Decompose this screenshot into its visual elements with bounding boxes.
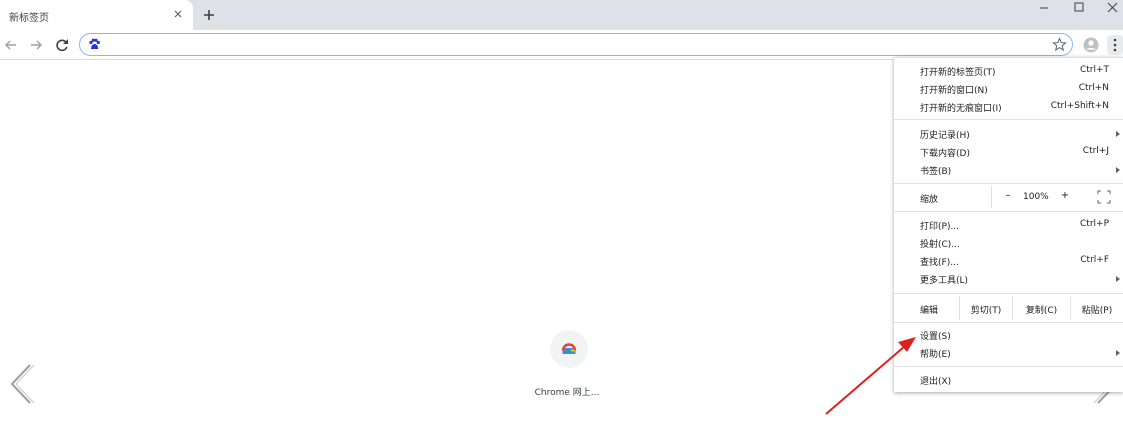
menu-label: 查找(F)... [920, 258, 959, 268]
menu-separator [894, 119, 1123, 120]
menu-label: 帮助(E) [920, 350, 951, 360]
menu-shortcut: Ctrl+N [1078, 83, 1109, 93]
menu-shortcut: Ctrl+F [1080, 255, 1109, 265]
close-icon[interactable] [172, 8, 184, 20]
menu-item-settings[interactable]: 设置(S) [894, 326, 1123, 344]
address-bar[interactable] [79, 33, 1073, 56]
menu-item-help[interactable]: 帮助(E) [894, 344, 1123, 362]
menu-item-cast[interactable]: 投射(C)... [894, 234, 1123, 252]
menu-item-bookmarks[interactable]: 书签(B) [894, 161, 1123, 179]
menu-separator [894, 293, 1123, 294]
menu-label: 打开新的窗口(N) [920, 86, 988, 96]
menu-item-print[interactable]: 打印(P)... Ctrl+P [894, 216, 1123, 234]
paste-button[interactable]: 粘贴(P) [1070, 296, 1123, 320]
submenu-arrow-icon [1116, 167, 1120, 173]
tab-strip: 新标签页 [0, 0, 1123, 30]
tab-new-tab[interactable]: 新标签页 [0, 0, 193, 30]
menu-label: 设置(S) [920, 332, 951, 342]
menu-label: 投射(C)... [920, 240, 960, 250]
minimize-icon[interactable] [1030, 0, 1060, 18]
menu-zoom-row: 缩放 – 100% + [894, 186, 1123, 208]
menu-separator [894, 211, 1123, 212]
shortcut-icon-circle [550, 330, 588, 368]
menu-item-new-window[interactable]: 打开新的窗口(N) Ctrl+N [894, 80, 1123, 98]
menu-item-find[interactable]: 查找(F)... Ctrl+F [894, 252, 1123, 270]
menu-item-exit[interactable]: 退出(X) [894, 371, 1123, 389]
menu-label: 打印(P)... [920, 222, 960, 232]
submenu-arrow-icon [1116, 350, 1120, 356]
menu-label: 历史记录(H) [920, 131, 970, 141]
menu-separator [894, 322, 1123, 323]
tab-title: 新标签页 [9, 13, 49, 24]
menu-separator [894, 183, 1123, 184]
menu-label: 退出(X) [920, 377, 952, 387]
menu-label: 下载内容(D) [920, 149, 970, 159]
reload-icon[interactable] [54, 37, 70, 53]
menu-shortcut: Ctrl+Shift+N [1050, 101, 1109, 111]
menu-label: 书签(B) [920, 167, 952, 177]
chevron-left-icon[interactable] [6, 362, 38, 406]
maximize-icon[interactable] [1065, 0, 1095, 18]
chrome-main-menu: 打开新的标签页(T) Ctrl+T 打开新的窗口(N) Ctrl+N 打开新的无… [894, 57, 1123, 392]
profile-icon[interactable] [1083, 37, 1099, 53]
menu-label: 更多工具(L) [920, 276, 969, 286]
fullscreen-icon[interactable] [1097, 190, 1111, 204]
menu-item-history[interactable]: 历史记录(H) [894, 125, 1123, 143]
plus-icon[interactable] [202, 8, 216, 22]
copy-label: 复制(C) [1025, 306, 1058, 316]
toolbar [0, 30, 1123, 60]
baidu-paw-icon [89, 38, 100, 49]
menu-shortcut: Ctrl+P [1080, 219, 1109, 229]
menu-item-new-tab[interactable]: 打开新的标签页(T) Ctrl+T [894, 62, 1123, 80]
menu-separator [894, 366, 1123, 367]
star-icon[interactable] [1052, 37, 1067, 52]
kebab-menu-button[interactable] [1107, 35, 1123, 55]
zoom-divider [991, 186, 992, 208]
submenu-arrow-icon [1116, 276, 1120, 282]
window-close-icon[interactable] [1098, 0, 1123, 18]
cut-label: 剪切(T) [970, 306, 1002, 316]
back-arrow-icon[interactable] [3, 37, 19, 53]
menu-item-incognito[interactable]: 打开新的无痕窗口(I) Ctrl+Shift+N [894, 98, 1123, 116]
submenu-arrow-icon [1116, 131, 1120, 137]
cut-button[interactable]: 剪切(T) [959, 296, 1012, 320]
paste-label: 粘贴(P) [1081, 306, 1113, 316]
copy-button[interactable]: 复制(C) [1012, 296, 1070, 320]
kebab-menu-icon [1113, 38, 1117, 52]
menu-item-more-tools[interactable]: 更多工具(L) [894, 270, 1123, 288]
zoom-level: 100% [1023, 192, 1049, 202]
zoom-label: 缩放 [920, 195, 939, 205]
chrome-web-store-icon [561, 343, 577, 354]
menu-shortcut: Ctrl+T [1079, 65, 1109, 75]
menu-item-downloads[interactable]: 下载内容(D) Ctrl+J [894, 143, 1123, 161]
zoom-in-button[interactable]: + [1059, 190, 1071, 204]
shortcut-chrome-web-store[interactable]: Chrome 网上... [525, 328, 615, 402]
menu-shortcut: Ctrl+J [1082, 146, 1109, 156]
forward-arrow-icon[interactable] [28, 37, 44, 53]
shortcut-label: Chrome 网上... [534, 388, 600, 398]
zoom-out-button[interactable]: – [1002, 190, 1014, 204]
menu-edit-row: 编辑 剪切(T) 复制(C) 粘贴(P) [894, 296, 1123, 320]
edit-label: 编辑 [920, 306, 939, 316]
menu-label: 打开新的标签页(T) [920, 68, 996, 78]
menu-label: 打开新的无痕窗口(I) [920, 104, 1002, 114]
